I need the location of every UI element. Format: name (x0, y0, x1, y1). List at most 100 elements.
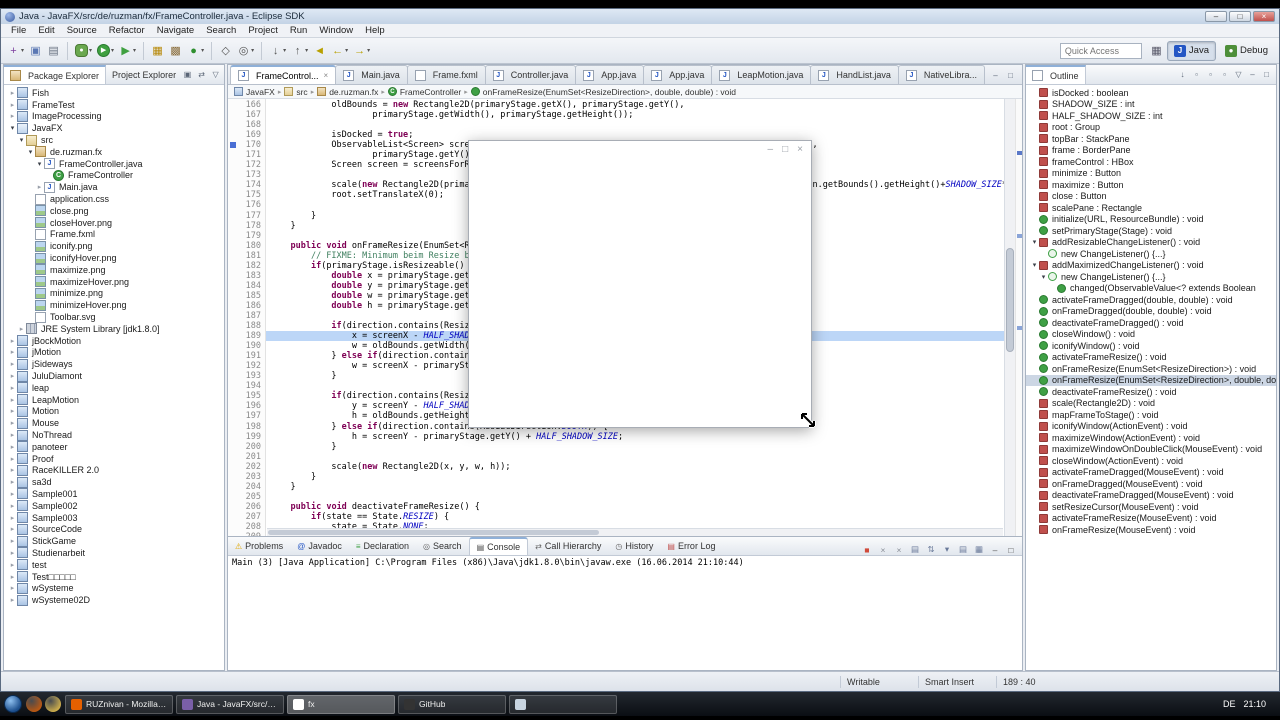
collapsed-arrow-icon[interactable]: ▸ (8, 584, 17, 592)
outline-item-onframedragged-mouseevent-vo[interactable]: onFrameDragged(MouseEvent) : void (1026, 478, 1276, 490)
outline-item-shadow-size-int[interactable]: SHADOW_SIZE : int (1026, 99, 1276, 111)
tree-item-minimizehover-png[interactable]: minimizeHover.png (4, 299, 224, 311)
tree-item-close-png[interactable]: close.png (4, 205, 224, 217)
code-line[interactable]: scale(new Rectangle2D(x, y, w, h)); (266, 462, 1004, 472)
outline-item-onframeresize-enumset-resize[interactable]: onFrameResize(EnumSet<ResizeDirection>, … (1026, 374, 1276, 386)
editor-vertical-scrollbar[interactable] (1004, 99, 1015, 536)
collapse-all-icon[interactable]: ▣ (182, 70, 193, 79)
outline-item-close-button[interactable]: close : Button (1026, 191, 1276, 203)
hide-fields-icon[interactable]: ▫ (1191, 70, 1202, 79)
next-annotation-icon[interactable]: ↓ ▾ (267, 41, 288, 61)
editor-tab-controller-java[interactable]: J Controller.java (484, 65, 577, 84)
expanded-arrow-icon[interactable]: ▾ (1030, 261, 1039, 269)
language-indicator[interactable]: DE (1223, 699, 1236, 709)
tree-item-sample003[interactable]: ▸ Sample003 (4, 512, 224, 524)
link-with-editor-icon[interactable]: ⇄ (196, 70, 207, 79)
hide-non-public-icon[interactable]: ▫ (1219, 70, 1230, 79)
outline-item-onframeresize-mouseevent-voi[interactable]: onFrameResize(MouseEvent) : void (1026, 524, 1276, 536)
tree-item-test[interactable]: ▸ test (4, 559, 224, 571)
forward-icon[interactable]: → ▾ (351, 41, 372, 61)
collapsed-arrow-icon[interactable]: ▸ (8, 478, 17, 486)
tree-item-jmotion[interactable]: ▸ jMotion (4, 346, 224, 359)
tree-item-jsideways[interactable]: ▸ jSideways (4, 358, 224, 370)
outline-item-framecontrol-hbox[interactable]: frameControl : HBox (1026, 156, 1276, 168)
debug-icon[interactable]: ● ▾ (73, 41, 94, 61)
window-close-button[interactable]: × (1253, 11, 1275, 22)
view-menu-icon[interactable]: ▽ (1233, 70, 1244, 79)
code-line[interactable]: public void deactivateFrameResize() { (266, 502, 1004, 512)
collapsed-arrow-icon[interactable]: ▸ (17, 325, 26, 333)
tree-item-framecontroller[interactable]: C FrameController (4, 169, 224, 182)
outline-item-maximizewindow-actionevent-v[interactable]: maximizeWindow(ActionEvent) : void (1026, 432, 1276, 444)
run-icon[interactable]: ▶ ▾ (95, 41, 116, 61)
tree-item-proof[interactable]: ▸ Proof (4, 453, 224, 465)
menu-edit[interactable]: Edit (32, 24, 60, 37)
collapsed-arrow-icon[interactable]: ▸ (8, 419, 17, 427)
minimize-editor-icon[interactable]: – (990, 71, 1001, 80)
tree-item-juludiamont[interactable]: ▸ JuluDiamont (4, 370, 224, 382)
quick-access-input[interactable] (1059, 42, 1142, 59)
collapsed-arrow-icon[interactable]: ▸ (8, 596, 17, 604)
breadcrumb-item-src[interactable]: src (284, 87, 308, 97)
menu-refactor[interactable]: Refactor (103, 24, 151, 37)
editor-horizontal-scrollbar[interactable] (267, 528, 1003, 536)
code-line[interactable]: isDocked = true; (266, 130, 1004, 140)
code-line[interactable] (266, 452, 1004, 462)
tree-item-src[interactable]: ▾ src (4, 134, 224, 146)
tree-item-test[interactable]: ▸ Test□□□□□ (4, 571, 224, 583)
console-content[interactable]: Main (3) [Java Application] C:\Program F… (228, 556, 1022, 670)
outline-item-topbar-stackpane[interactable]: topBar : StackPane (1026, 133, 1276, 145)
clock[interactable]: 21:10 (1243, 699, 1266, 709)
menu-file[interactable]: File (5, 24, 32, 37)
outline-item-deactivateframedragged-void[interactable]: deactivateFrameDragged() : void (1026, 317, 1276, 329)
tree-item-leap[interactable]: ▸ leap (4, 382, 224, 394)
outline-item-activateframedragged-mouseev[interactable]: activateFrameDragged(MouseEvent) : void (1026, 467, 1276, 479)
breadcrumb-item-onframeresize-enumset-re[interactable]: onFrameResize(EnumSet<ResizeDirection>, … (470, 87, 736, 97)
editor-tab-frame-fxml[interactable]: Frame.fxml (406, 65, 486, 84)
tree-item-iconify-png[interactable]: iconify.png (4, 240, 224, 252)
tab-package-explorer[interactable]: Package Explorer (4, 65, 107, 84)
outline-item-initialize-url-resourcebundl[interactable]: initialize(URL, ResourceBundle) : void (1026, 214, 1276, 226)
app-maximize-button[interactable]: □ (782, 144, 788, 156)
tree-item-javafx[interactable]: ▾ JavaFX (4, 122, 224, 134)
taskbar-button-github[interactable]: GitHub (398, 694, 506, 714)
outline-item-minimize-button[interactable]: minimize : Button (1026, 168, 1276, 180)
menu-project[interactable]: Project (242, 24, 284, 37)
outline-item-activateframedragged-double-[interactable]: activateFrameDragged(double, double) : v… (1026, 294, 1276, 306)
clear-console-icon[interactable]: ▤ (909, 544, 921, 555)
expanded-arrow-icon[interactable]: ▾ (17, 136, 26, 144)
overview-mark[interactable] (1017, 234, 1022, 239)
tree-item-wsysteme[interactable]: ▸ wSysteme (4, 582, 224, 594)
menu-search[interactable]: Search (200, 24, 242, 37)
outline-item-maximizewindowondoubleclick-[interactable]: maximizeWindowOnDoubleClick(MouseEvent) … (1026, 444, 1276, 456)
outline-item-setresizecursor-mouseevent-v[interactable]: setResizeCursor(MouseEvent) : void (1026, 501, 1276, 513)
tab-project-explorer[interactable]: Project Explorer (106, 65, 182, 84)
collapsed-arrow-icon[interactable]: ▸ (8, 372, 17, 380)
tree-item-frametest[interactable]: ▸ FrameTest (4, 99, 224, 111)
outline-item-closewindow-actionevent-void[interactable]: closeWindow(ActionEvent) : void (1026, 455, 1276, 467)
console-tab-history[interactable]: ◷ History (608, 537, 660, 555)
new-wizard-icon[interactable]: + ▾ (5, 41, 26, 61)
tree-item-imageprocessing[interactable]: ▸ ImageProcessing (4, 110, 224, 123)
outline-item-maximize-button[interactable]: maximize : Button (1026, 179, 1276, 191)
outline-item-half-shadow-size-int[interactable]: HALF_SHADOW_SIZE : int (1026, 110, 1276, 122)
tree-item-jbockmotion[interactable]: ▸ jBockMotion (4, 335, 224, 347)
open-perspective-icon[interactable]: ▦ (1148, 41, 1165, 61)
tree-item-closehover-png[interactable]: closeHover.png (4, 217, 224, 229)
outline-item-iconifywindow-actionevent-vo[interactable]: iconifyWindow(ActionEvent) : void (1026, 421, 1276, 433)
collapsed-arrow-icon[interactable]: ▸ (8, 89, 17, 97)
save-icon[interactable]: ▣ (27, 41, 44, 61)
outline-item-onframeresize-enumset-resize[interactable]: onFrameResize(EnumSet<ResizeDirection>) … (1026, 363, 1276, 375)
display-selected-console-icon[interactable]: ▤ (957, 544, 969, 555)
remove-all-launches-icon[interactable]: × (893, 545, 905, 555)
new-java-project-icon[interactable]: ▦ (149, 41, 166, 61)
collapsed-arrow-icon[interactable]: ▸ (8, 525, 17, 533)
remove-launch-icon[interactable]: × (877, 545, 889, 555)
search-icon[interactable]: ◎ ▾ (235, 41, 256, 61)
console-tab-javadoc[interactable]: @ Javadoc (290, 537, 349, 555)
outline-item-deactivateframeresize-void[interactable]: deactivateFrameResize() : void (1026, 386, 1276, 398)
outline-item-addresizablechangelistener-v[interactable]: ▾ addResizableChangeListener() : void (1026, 237, 1276, 249)
tree-item-fish[interactable]: ▸ Fish (4, 87, 224, 99)
tree-item-wsysteme02d[interactable]: ▸ wSysteme02D (4, 594, 224, 606)
tree-item-maximizehover-png[interactable]: maximizeHover.png (4, 276, 224, 288)
